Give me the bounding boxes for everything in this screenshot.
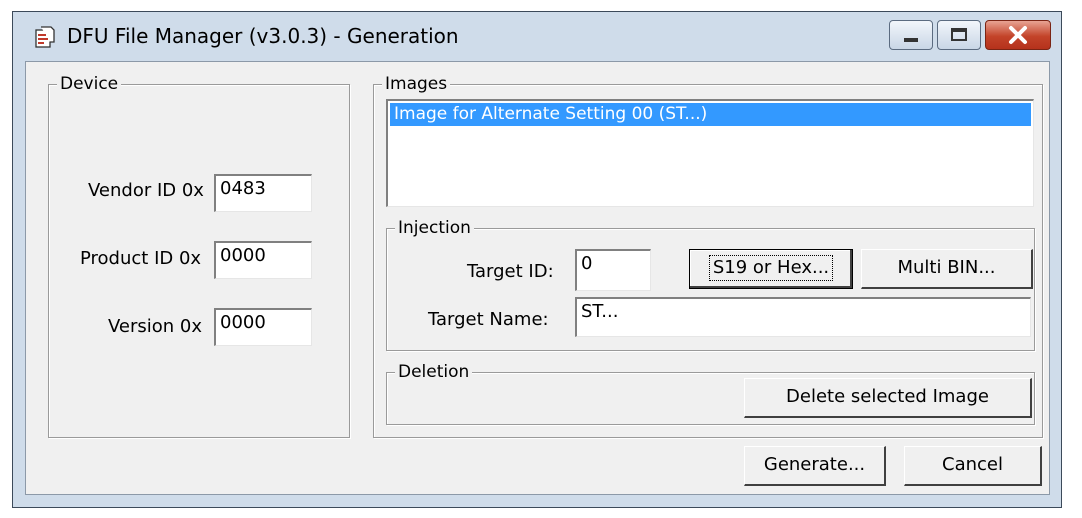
s19-or-hex-button[interactable]: S19 or Hex...: [689, 249, 853, 289]
maximize-icon: [951, 28, 967, 41]
multi-bin-label: Multi BIN...: [897, 257, 996, 278]
target-id-field[interactable]: 0: [575, 249, 651, 291]
delete-selected-image-label: Delete selected Image: [786, 386, 989, 407]
title-bar[interactable]: DFU File Manager (v3.0.3) - Generation: [13, 12, 1061, 61]
close-icon: [1009, 26, 1027, 44]
image-list-item[interactable]: Image for Alternate Setting 00 (ST...): [390, 103, 1031, 126]
minimize-icon: [904, 38, 918, 42]
generate-label: Generate...: [763, 454, 866, 475]
deletion-group: Deletion Delete selected Image: [386, 362, 1035, 425]
images-group-label: Images: [382, 74, 451, 94]
images-listbox[interactable]: Image for Alternate Setting 00 (ST...): [386, 99, 1034, 207]
images-group: Images Image for Alternate Setting 00 (S…: [373, 74, 1043, 438]
target-name-field[interactable]: ST...: [575, 297, 1031, 337]
cancel-label: Cancel: [942, 454, 1003, 475]
generate-button[interactable]: Generate...: [744, 446, 886, 486]
vendor-id-field[interactable]: 0483: [214, 174, 312, 212]
deletion-group-label: Deletion: [395, 362, 473, 382]
version-field[interactable]: 0000: [214, 308, 312, 346]
multi-bin-button[interactable]: Multi BIN...: [861, 249, 1033, 289]
injection-group-label: Injection: [395, 218, 474, 238]
dialog-client-area: Device Vendor ID 0x 0483 Product ID 0x 0…: [25, 61, 1050, 495]
delete-selected-image-button[interactable]: Delete selected Image: [744, 378, 1032, 418]
device-group: Device Vendor ID 0x 0483 Product ID 0x 0…: [48, 74, 350, 438]
clipped-caption: [0, 0, 1082, 10]
dfu-app-icon: [35, 26, 55, 48]
dialog-window: DFU File Manager (v3.0.3) - Generation D…: [12, 11, 1062, 508]
window-title: DFU File Manager (v3.0.3) - Generation: [67, 24, 459, 48]
target-name-label: Target Name:: [428, 309, 549, 330]
cancel-button[interactable]: Cancel: [904, 446, 1042, 486]
device-group-label: Device: [57, 74, 122, 94]
minimize-button[interactable]: [889, 20, 933, 50]
target-id-label: Target ID:: [467, 261, 554, 282]
s19-or-hex-label: S19 or Hex...: [708, 255, 834, 281]
version-label: Version 0x: [108, 316, 203, 337]
close-button[interactable]: [985, 20, 1051, 50]
product-id-field[interactable]: 0000: [214, 241, 312, 279]
vendor-id-label: Vendor ID 0x: [88, 180, 204, 201]
injection-group: Injection Target ID: 0 S19 or Hex... Mul…: [386, 218, 1035, 351]
product-id-label: Product ID 0x: [80, 248, 202, 269]
maximize-button[interactable]: [937, 20, 981, 50]
